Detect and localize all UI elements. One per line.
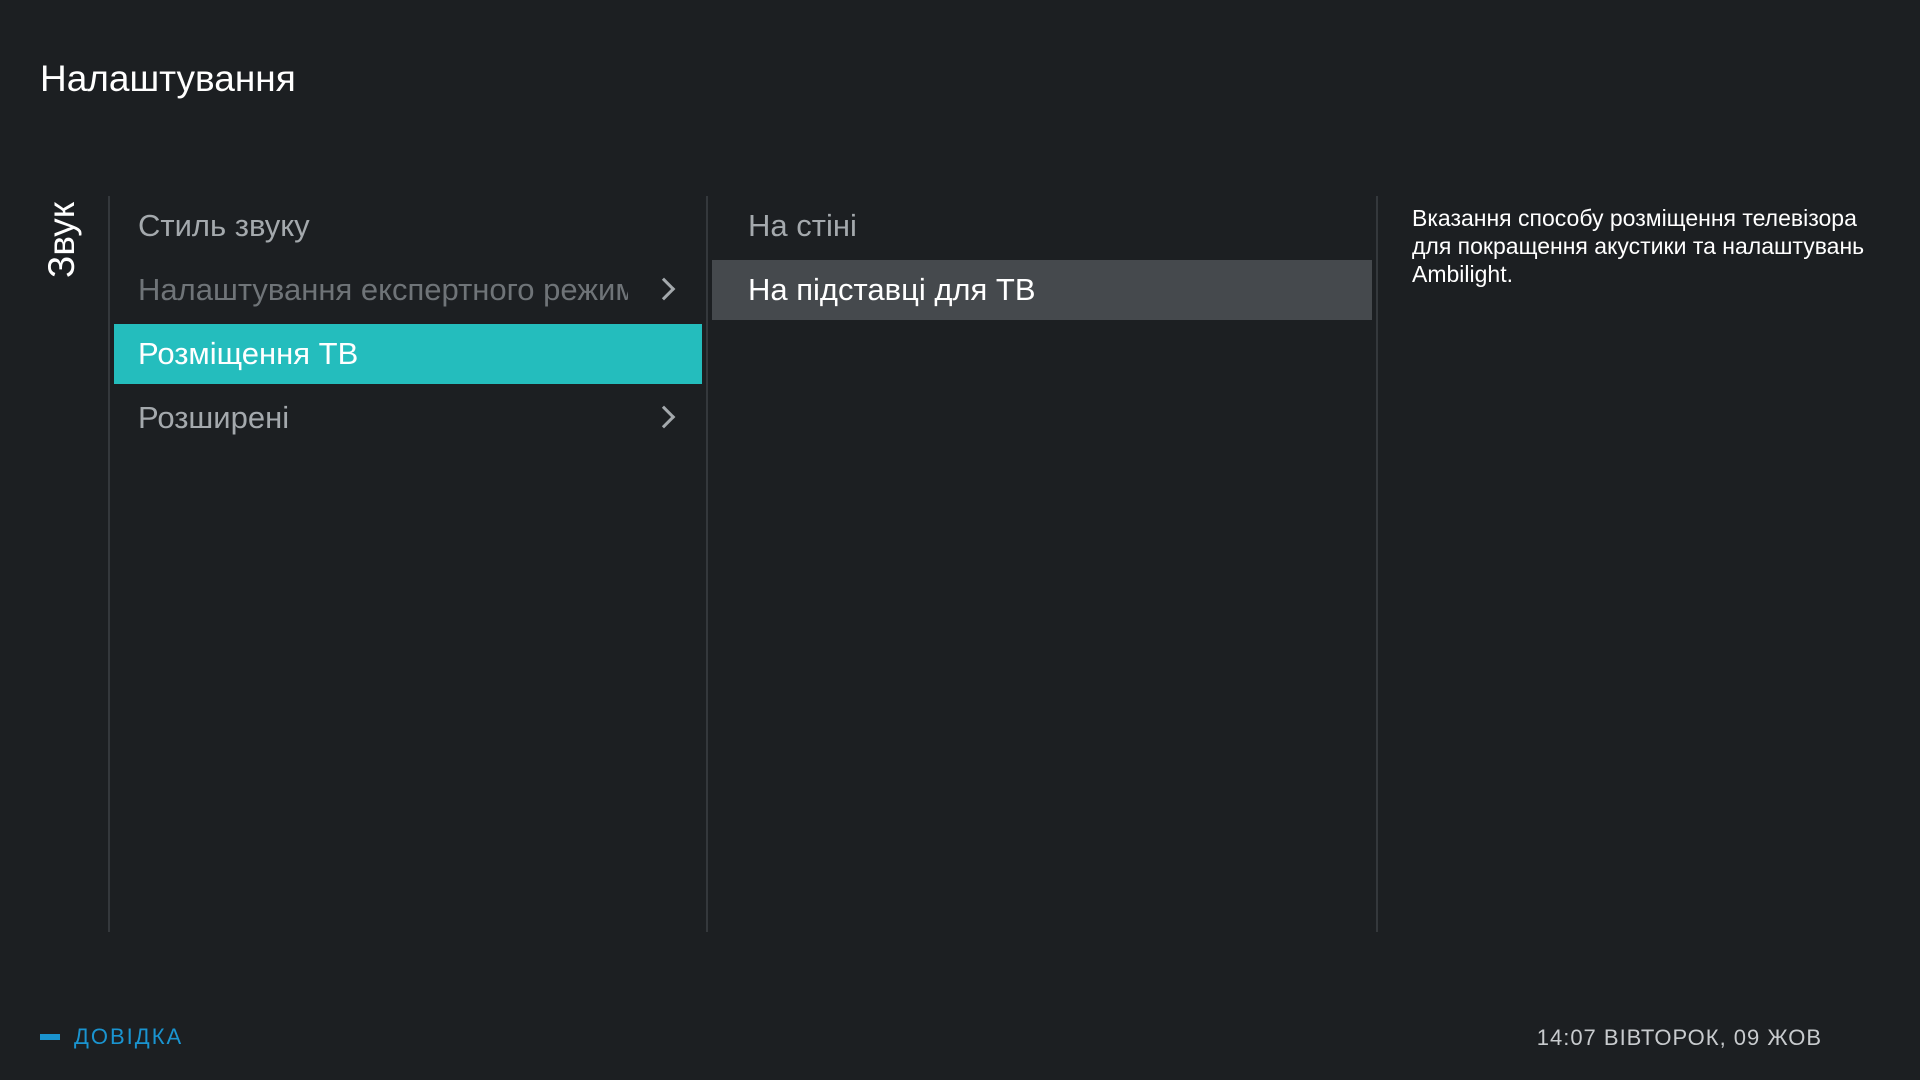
menu-item-expert-settings[interactable]: Налаштування експертного режиму xyxy=(114,260,702,320)
option-on-wall[interactable]: На стіні xyxy=(712,196,1372,256)
help-description: Вказання способу розміщення телевізора д… xyxy=(1412,205,1865,287)
menu-item-tv-placement[interactable]: Розміщення ТВ xyxy=(114,324,702,384)
menu-item-sound-style[interactable]: Стиль звуку xyxy=(114,196,702,256)
chevron-right-icon xyxy=(652,277,676,301)
section-label-text: Звук xyxy=(41,202,83,278)
divider-right xyxy=(1376,196,1378,932)
help-button[interactable]: ДОВІДКА xyxy=(40,1024,183,1050)
placement-options: На стіні На підставці для ТВ xyxy=(712,196,1372,324)
menu-item-label: Налаштування експертного режиму xyxy=(138,272,628,307)
settings-menu: Стиль звуку Налаштування експертного реж… xyxy=(114,196,702,452)
menu-item-label: Розширені xyxy=(138,400,290,435)
help-label: ДОВІДКА xyxy=(74,1024,184,1049)
menu-item-label: Стиль звуку xyxy=(138,208,310,243)
blue-key-icon xyxy=(40,1034,60,1040)
page-title: Налаштування xyxy=(40,58,296,99)
menu-item-label: Розміщення ТВ xyxy=(138,336,359,371)
clock: 14:07 ВІВТОРОК, 09 ЖОВ xyxy=(1536,1025,1822,1050)
option-on-stand[interactable]: На підставці для ТВ xyxy=(712,260,1372,320)
divider-middle xyxy=(706,196,708,932)
chevron-right-icon xyxy=(652,405,676,429)
divider-left xyxy=(108,196,110,932)
menu-item-advanced[interactable]: Розширені xyxy=(114,388,702,448)
section-label-sound: Звук xyxy=(40,198,84,282)
